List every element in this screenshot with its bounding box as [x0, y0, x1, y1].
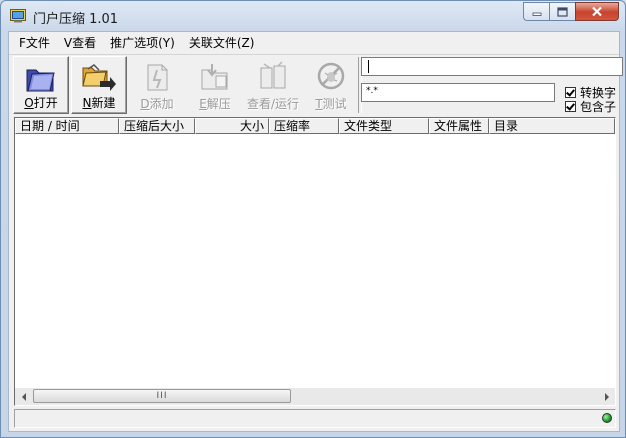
new-label: 新建	[91, 96, 116, 110]
include-subfolders-checkbox[interactable]: 包含子	[565, 98, 616, 115]
menu-view[interactable]: V查看	[57, 34, 103, 52]
add-label: 添加	[149, 97, 174, 111]
column-size[interactable]: 大小	[195, 118, 269, 134]
minimize-button[interactable]	[523, 2, 549, 21]
app-window: 门户压缩 1.01 F文件 V查看 推广选项(Y) 关联文件(Z) O打开 N新…	[0, 0, 626, 438]
list-header: 日期 / 时间 压缩后大小 大小 压缩率 文件类型 文件属性 目录	[15, 118, 615, 134]
file-filter-value: *.*	[366, 86, 378, 96]
column-file-attributes[interactable]: 文件属性	[429, 118, 489, 134]
open-button[interactable]: O打开	[13, 56, 69, 114]
maximize-icon	[557, 6, 568, 17]
column-ratio[interactable]: 压缩率	[269, 118, 339, 134]
minimize-icon	[532, 12, 541, 16]
test-label: 测试	[322, 97, 347, 111]
maximize-button[interactable]	[549, 2, 575, 21]
column-compressed-size[interactable]: 压缩后大小	[119, 118, 195, 134]
horizontal-scrollbar[interactable]: III	[15, 388, 615, 405]
new-archive-icon	[82, 64, 116, 91]
close-icon	[592, 6, 602, 17]
menu-associate-files[interactable]: 关联文件(Z)	[182, 34, 262, 52]
include-checkbox-label: 包含子	[580, 100, 617, 114]
add-accelerator: D	[140, 97, 150, 111]
scrollbar-thumb[interactable]: III	[33, 389, 291, 403]
column-file-type[interactable]: 文件类型	[339, 118, 429, 134]
include-checkbox-box[interactable]	[565, 101, 576, 112]
client-area: F文件 V查看 推广选项(Y) 关联文件(Z) O打开 N新建 D添加 E解压 …	[8, 31, 623, 432]
column-date-time[interactable]: 日期 / 时间	[15, 118, 119, 134]
scroll-right-button[interactable]	[598, 388, 615, 405]
test-button[interactable]: T测试	[303, 56, 359, 114]
extract-icon	[201, 64, 228, 90]
view-run-label: 查看/运行	[246, 97, 300, 111]
extract-button[interactable]: E解压	[187, 56, 243, 114]
scroll-left-button[interactable]	[15, 388, 32, 405]
text-caret	[368, 60, 369, 73]
add-files-icon	[147, 64, 168, 91]
arrow-left-icon	[21, 392, 26, 401]
new-button[interactable]: N新建	[71, 56, 127, 114]
extract-label: 解压	[206, 97, 231, 111]
close-button[interactable]	[575, 2, 619, 21]
add-button[interactable]: D添加	[129, 56, 185, 114]
extract-accelerator: E	[199, 97, 207, 111]
app-icon[interactable]	[10, 9, 26, 23]
caption-buttons	[523, 2, 619, 22]
convert-checkbox-box[interactable]	[565, 87, 576, 98]
open-folder-icon	[26, 69, 55, 92]
view-run-icon	[260, 61, 286, 89]
open-accelerator: O	[24, 96, 34, 110]
view-run-button[interactable]: 查看/运行	[245, 56, 301, 114]
menu-bar: F文件 V查看 推广选项(Y) 关联文件(Z)	[9, 34, 261, 52]
path-input[interactable]	[361, 57, 623, 76]
title-bar[interactable]: 门户压缩 1.01	[1, 1, 625, 31]
file-list[interactable]: 日期 / 时间 压缩后大小 大小 压缩率 文件类型 文件属性 目录 III	[14, 117, 616, 406]
arrow-right-icon	[604, 392, 609, 401]
toolbar: O打开 N新建 D添加 E解压 查看/运行 T测试 *.* 转换字 包含子	[9, 54, 623, 117]
menu-promo-options[interactable]: 推广选项(Y)	[103, 34, 182, 52]
status-led-icon	[602, 413, 612, 423]
test-icon	[317, 62, 345, 90]
window-title: 门户压缩 1.01	[33, 12, 119, 27]
column-directory[interactable]: 目录	[489, 118, 615, 134]
file-filter-input[interactable]: *.*	[361, 83, 555, 102]
test-accelerator: T	[315, 97, 323, 111]
open-label: 打开	[33, 96, 58, 110]
menu-file[interactable]: F文件	[9, 34, 57, 52]
status-bar	[14, 409, 616, 428]
